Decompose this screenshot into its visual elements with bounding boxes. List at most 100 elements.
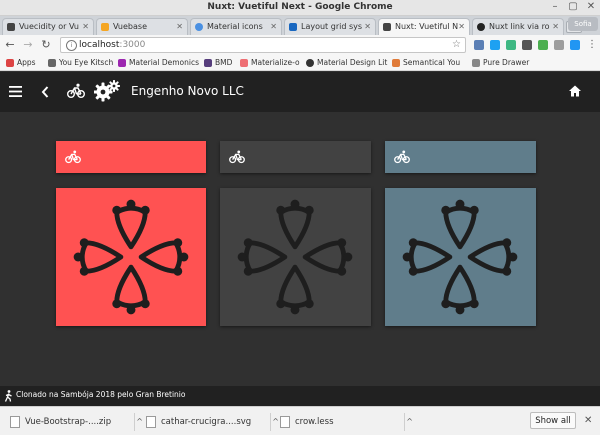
twitter-icon[interactable] xyxy=(490,40,500,50)
vuetify-icon xyxy=(289,23,297,31)
maximize-icon[interactable]: ▢ xyxy=(566,1,580,12)
extension-icon[interactable] xyxy=(522,40,532,50)
occitan-cross-icon xyxy=(237,199,353,315)
bookmark-label: Materialize-o xyxy=(251,58,300,67)
cross-card-dark[interactable] xyxy=(220,188,371,326)
tab-nuxt-vuetiful[interactable]: Nuxt: Vuetiful N ✕ xyxy=(378,18,470,35)
bookmark-you-eye-kitsch[interactable]: You Eye Kitsch xyxy=(48,57,123,69)
extension-vue-devtools-icon[interactable] xyxy=(474,40,484,50)
download-item[interactable]: cathar-crucigra....svg ^ xyxy=(144,413,279,431)
url-host: localhost xyxy=(79,40,120,50)
bookmark-star-icon[interactable]: ☆ xyxy=(452,38,461,52)
extension-grid-icon[interactable] xyxy=(554,40,564,50)
bookmark-pure-drawer[interactable]: Pure Drawer xyxy=(472,57,543,69)
material-icons-icon xyxy=(195,23,203,31)
bookmark-label: Apps xyxy=(17,58,36,67)
bike-icon xyxy=(394,150,410,164)
close-downloads-icon[interactable]: ✕ xyxy=(584,415,592,426)
close-tab-icon[interactable]: ✕ xyxy=(458,19,465,35)
reload-icon[interactable]: ↻ xyxy=(40,38,52,52)
card-header-red[interactable] xyxy=(56,141,206,173)
bookmark-favicon-icon xyxy=(48,59,56,67)
vuebase-icon xyxy=(101,23,109,31)
bookmark-material-demonics[interactable]: Material Demonics xyxy=(118,57,211,69)
extension-blue-icon[interactable] xyxy=(570,40,580,50)
home-icon[interactable] xyxy=(569,85,581,97)
bookmark-label: You Eye Kitsch xyxy=(59,58,114,67)
bookmark-favicon-icon xyxy=(240,59,248,67)
bookmark-material-design-lite[interactable]: Material Design Lit xyxy=(306,57,397,69)
divider xyxy=(270,413,271,431)
biohazard-icon xyxy=(383,23,391,31)
close-window-icon[interactable]: ✕ xyxy=(584,1,598,12)
tab-label: Nuxt link via ro xyxy=(489,22,550,31)
info-icon[interactable]: i xyxy=(66,40,77,51)
bookmark-materialize[interactable]: Materialize-o xyxy=(240,57,311,69)
bootstrap-icon xyxy=(204,59,212,67)
occitan-cross-icon xyxy=(402,199,518,315)
chevron-up-icon[interactable]: ^ xyxy=(136,413,143,431)
zip-file-icon xyxy=(10,416,20,428)
bookmarks-bar: Apps You Eye Kitsch Material Demonics BM… xyxy=(0,55,600,71)
cross-card-red[interactable] xyxy=(56,188,206,326)
address-bar[interactable]: i localhost:3000 ☆ xyxy=(60,37,466,53)
bookmark-apps[interactable]: Apps xyxy=(6,57,53,69)
extension-vue-icon[interactable] xyxy=(506,40,516,50)
download-filename: cathar-crucigra....svg xyxy=(161,417,252,427)
bookmark-label: Semantical You xyxy=(403,58,461,67)
occitan-cross-icon xyxy=(73,199,189,315)
tab-material-icons[interactable]: Material icons ✕ xyxy=(190,18,282,35)
extension-green-icon[interactable] xyxy=(538,40,548,50)
bookmark-semantical-you[interactable]: Semantical You xyxy=(392,57,479,69)
bookmark-label: BMD xyxy=(215,58,233,67)
cross-card-slate[interactable] xyxy=(385,188,536,326)
tab-layout-grid[interactable]: Layout grid sys ✕ xyxy=(284,18,376,35)
close-tab-icon[interactable]: ✕ xyxy=(176,19,183,35)
app-footer: Clonado na Sambója 2018 pelo Gran Bretin… xyxy=(0,386,600,406)
close-tab-icon[interactable]: ✕ xyxy=(364,19,371,35)
tab-label: Vuecidity or Vu xyxy=(19,22,79,31)
tab-label: Nuxt: Vuetiful N xyxy=(395,22,459,31)
bookmark-favicon-icon xyxy=(392,59,400,67)
downloads-bar: Vue-Bootstrap-....zip ^ cathar-crucigra.… xyxy=(0,406,600,435)
download-filename: crow.less xyxy=(295,417,334,427)
card-header-dark[interactable] xyxy=(220,141,371,173)
menu-kebab-icon[interactable]: ⋮ xyxy=(586,38,598,52)
minimize-icon[interactable]: – xyxy=(548,1,562,12)
chevron-left-icon[interactable] xyxy=(41,86,49,98)
bookmark-favicon-icon xyxy=(472,59,480,67)
download-item[interactable]: Vue-Bootstrap-....zip ^ xyxy=(8,413,143,431)
card-header-slate[interactable] xyxy=(385,141,536,173)
profile-badge[interactable]: Sofia xyxy=(568,17,598,31)
tab-strip: Vuecidity or Vu ✕ Vuebase ✕ Material ico… xyxy=(0,16,600,35)
tab-nuxt-link[interactable]: Nuxt link via ro ✕ xyxy=(472,18,564,35)
biohazard-icon xyxy=(7,23,15,31)
settings-gears-icon[interactable] xyxy=(94,80,120,102)
main-content xyxy=(0,112,600,386)
menu-icon[interactable] xyxy=(9,86,22,97)
divider xyxy=(404,413,405,431)
app-title: Engenho Novo LLC xyxy=(131,84,244,98)
close-tab-icon[interactable]: ✕ xyxy=(552,19,559,35)
chevron-up-icon[interactable]: ^ xyxy=(406,413,413,431)
tab-label: Layout grid sys xyxy=(301,22,363,31)
back-icon[interactable]: ← xyxy=(4,38,16,52)
window-title-bar: Nuxt: Vuetiful Next - Google Chrome – ▢ … xyxy=(0,0,600,16)
tab-vuecidity[interactable]: Vuecidity or Vu ✕ xyxy=(2,18,94,35)
window-title: Nuxt: Vuetiful Next - Google Chrome xyxy=(207,2,393,12)
bike-icon xyxy=(229,150,245,164)
tab-vuebase[interactable]: Vuebase ✕ xyxy=(96,18,188,35)
close-tab-icon[interactable]: ✕ xyxy=(82,19,89,35)
show-all-button[interactable]: Show all xyxy=(530,412,576,429)
bike-icon[interactable] xyxy=(67,83,85,99)
download-item[interactable]: crow.less ^ xyxy=(278,413,413,431)
footer-text: Clonado na Sambója 2018 pelo Gran Bretin… xyxy=(16,390,186,399)
download-filename: Vue-Bootstrap-....zip xyxy=(25,417,112,427)
bookmark-label: Material Demonics xyxy=(129,58,200,67)
browser-toolbar: ← → ↻ i localhost:3000 ☆ ⋮ xyxy=(0,35,600,55)
tab-label: Vuebase xyxy=(113,22,147,31)
forward-icon[interactable]: → xyxy=(22,38,34,52)
app-toolbar: Engenho Novo LLC xyxy=(0,72,600,112)
close-tab-icon[interactable]: ✕ xyxy=(270,19,277,35)
github-icon xyxy=(477,23,485,31)
